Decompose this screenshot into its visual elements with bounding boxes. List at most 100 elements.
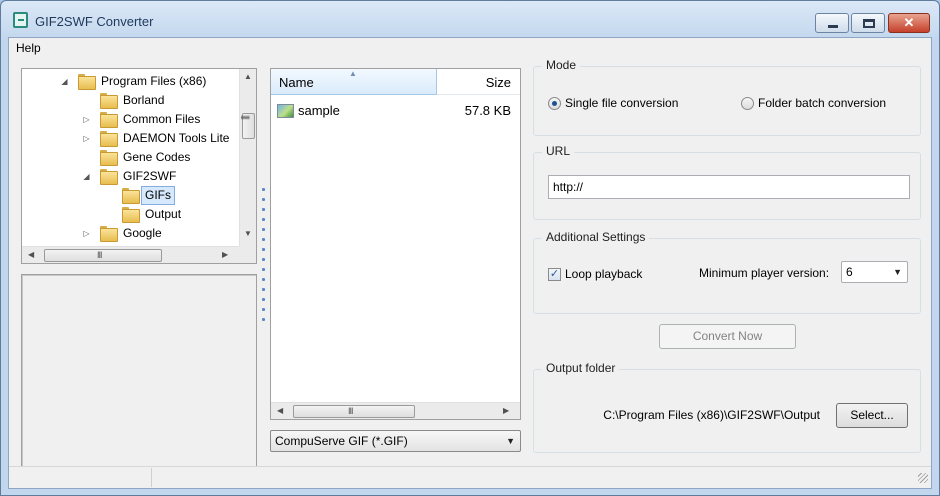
folder-icon [78, 74, 96, 90]
tree-item[interactable]: Gene Codes [22, 148, 239, 167]
scroll-left-icon[interactable]: ◀ [28, 250, 34, 259]
file-type-filter-value: CompuServe GIF (*.GIF) [275, 434, 408, 448]
single-file-label[interactable]: Single file conversion [565, 96, 678, 110]
tree-item[interactable]: ◢ Program Files (x86) [22, 72, 239, 91]
client-area: Help ▲ ||| ▼ ◀ III ▶ ◢ Program Files (x86… [8, 37, 932, 489]
convert-now-button[interactable]: Convert Now [659, 324, 796, 349]
additional-settings-group: Additional Settings ✓ Loop playback Mini… [533, 230, 921, 314]
folder-icon [100, 150, 118, 166]
menu-help[interactable]: Help [16, 41, 41, 55]
select-folder-button[interactable]: Select... [836, 403, 908, 428]
minimize-icon [828, 25, 838, 28]
collapsed-arrow-icon[interactable]: ▷ [82, 115, 91, 125]
no-expander [104, 210, 113, 220]
folder-icon [122, 207, 140, 223]
output-folder-title: Output folder [542, 361, 620, 375]
maximize-button[interactable] [851, 13, 885, 33]
file-row[interactable]: sample 57.8 KB [275, 101, 515, 121]
grip-icon: ||| [241, 114, 252, 120]
single-file-radio[interactable] [548, 97, 561, 110]
scroll-down-icon[interactable]: ▼ [244, 229, 252, 238]
mode-group: Mode Single file conversion Folder batch… [533, 58, 921, 136]
menu-bar: Help [9, 38, 931, 58]
tree-horizontal-scrollbar[interactable]: ◀ III ▶ [22, 246, 239, 263]
scroll-left-icon[interactable]: ◀ [277, 406, 283, 415]
tree-item-label: Gene Codes [123, 150, 191, 164]
tree-item-label: Borland [123, 93, 165, 107]
tree-hscroll-thumb[interactable]: III [44, 249, 162, 262]
close-button[interactable]: ✕ [888, 13, 930, 33]
file-type-filter-select[interactable]: CompuServe GIF (*.GIF) ▼ [270, 430, 521, 452]
file-list[interactable]: Name ▲ Size sample 57.8 KB ◀ III ▶ [270, 68, 521, 420]
min-player-version-label: Minimum player version: [699, 266, 830, 280]
min-player-version-select[interactable]: 6 ▼ [841, 261, 908, 283]
file-list-hscroll-thumb[interactable]: III [293, 405, 415, 418]
file-size: 57.8 KB [464, 103, 511, 118]
status-pane [9, 468, 152, 487]
additional-settings-title: Additional Settings [542, 230, 650, 244]
maximize-icon [863, 19, 875, 28]
file-list-horizontal-scrollbar[interactable]: ◀ III ▶ [271, 402, 520, 419]
tree-item[interactable]: ▷ DAEMON Tools Lite [22, 129, 239, 148]
no-expander [82, 96, 91, 106]
tree-scroll-thumb[interactable]: ||| [241, 113, 255, 139]
expanded-arrow-icon[interactable]: ◢ [60, 77, 69, 87]
folder-icon [100, 226, 118, 242]
scroll-up-icon[interactable]: ▲ [244, 72, 252, 81]
image-preview-pane [21, 274, 257, 484]
scroll-right-icon[interactable]: ▶ [503, 406, 509, 415]
tree-item-label: Google [123, 226, 162, 240]
folder-icon [100, 112, 118, 128]
grip-icon: III [97, 250, 102, 260]
tree-item[interactable]: GIFs [22, 186, 239, 205]
grip-icon: III [348, 406, 353, 416]
loop-playback-label[interactable]: Loop playback [565, 267, 642, 281]
url-group: URL http:// [533, 144, 921, 220]
collapsed-arrow-icon[interactable]: ▷ [82, 229, 91, 239]
folder-icon [100, 131, 118, 147]
minimize-button[interactable] [815, 13, 849, 33]
column-header-name-label: Name [279, 75, 314, 90]
folder-batch-label[interactable]: Folder batch conversion [758, 96, 886, 110]
tree-item-label: GIFs [141, 186, 175, 205]
tree-item-label: DAEMON Tools Lite [123, 131, 230, 145]
folder-batch-radio[interactable] [741, 97, 754, 110]
folder-icon [122, 188, 140, 204]
output-folder-group: Output folder C:\Program Files (x86)\GIF… [533, 361, 921, 453]
tree-item-label: Program Files (x86) [101, 74, 207, 88]
chevron-down-icon: ▼ [506, 436, 515, 446]
sort-ascending-icon: ▲ [349, 69, 357, 78]
status-bar [9, 466, 931, 488]
close-icon: ✕ [903, 15, 915, 30]
mode-group-title: Mode [542, 58, 581, 72]
collapsed-arrow-icon[interactable]: ▷ [82, 134, 91, 144]
app-window: GIF2SWF Converter ✕ Help ▲ ||| ▼ ◀ III ▶ [0, 0, 940, 496]
app-icon [13, 12, 28, 28]
tree-item-label: GIF2SWF [123, 169, 177, 183]
file-name: sample [298, 103, 340, 118]
url-group-title: URL [542, 144, 575, 158]
tree-item[interactable]: ▷ Google [22, 224, 239, 243]
gif-image-icon [277, 104, 294, 118]
url-input[interactable]: http:// [548, 175, 910, 199]
resize-grip-icon[interactable] [918, 473, 928, 483]
column-header-size[interactable]: Size [437, 69, 520, 95]
tree-item[interactable]: ◢ GIF2SWF [22, 167, 239, 186]
pane-splitter[interactable] [261, 184, 266, 334]
tree-vertical-scrollbar[interactable]: ▲ ||| ▼ [239, 69, 256, 247]
scroll-right-icon[interactable]: ▶ [222, 250, 228, 259]
folder-icon [100, 93, 118, 109]
min-player-version-value: 6 [846, 265, 853, 279]
tree-item[interactable]: Borland [22, 91, 239, 110]
loop-playback-checkbox[interactable]: ✓ [548, 268, 561, 281]
tree-item[interactable]: ▷ Common Files [22, 110, 239, 129]
tree-item[interactable]: Output [22, 205, 239, 224]
title-bar[interactable]: GIF2SWF Converter ✕ [1, 1, 939, 37]
folder-tree[interactable]: ▲ ||| ▼ ◀ III ▶ ◢ Program Files (x86) Borl… [21, 68, 257, 264]
no-expander [104, 191, 113, 201]
tree-item-label: Common Files [123, 112, 201, 126]
column-header-name[interactable]: Name ▲ [271, 69, 437, 95]
tree-item-label: Output [145, 207, 182, 221]
output-folder-path: C:\Program Files (x86)\GIF2SWF\Output [603, 408, 820, 422]
expanded-arrow-icon[interactable]: ◢ [82, 172, 91, 182]
